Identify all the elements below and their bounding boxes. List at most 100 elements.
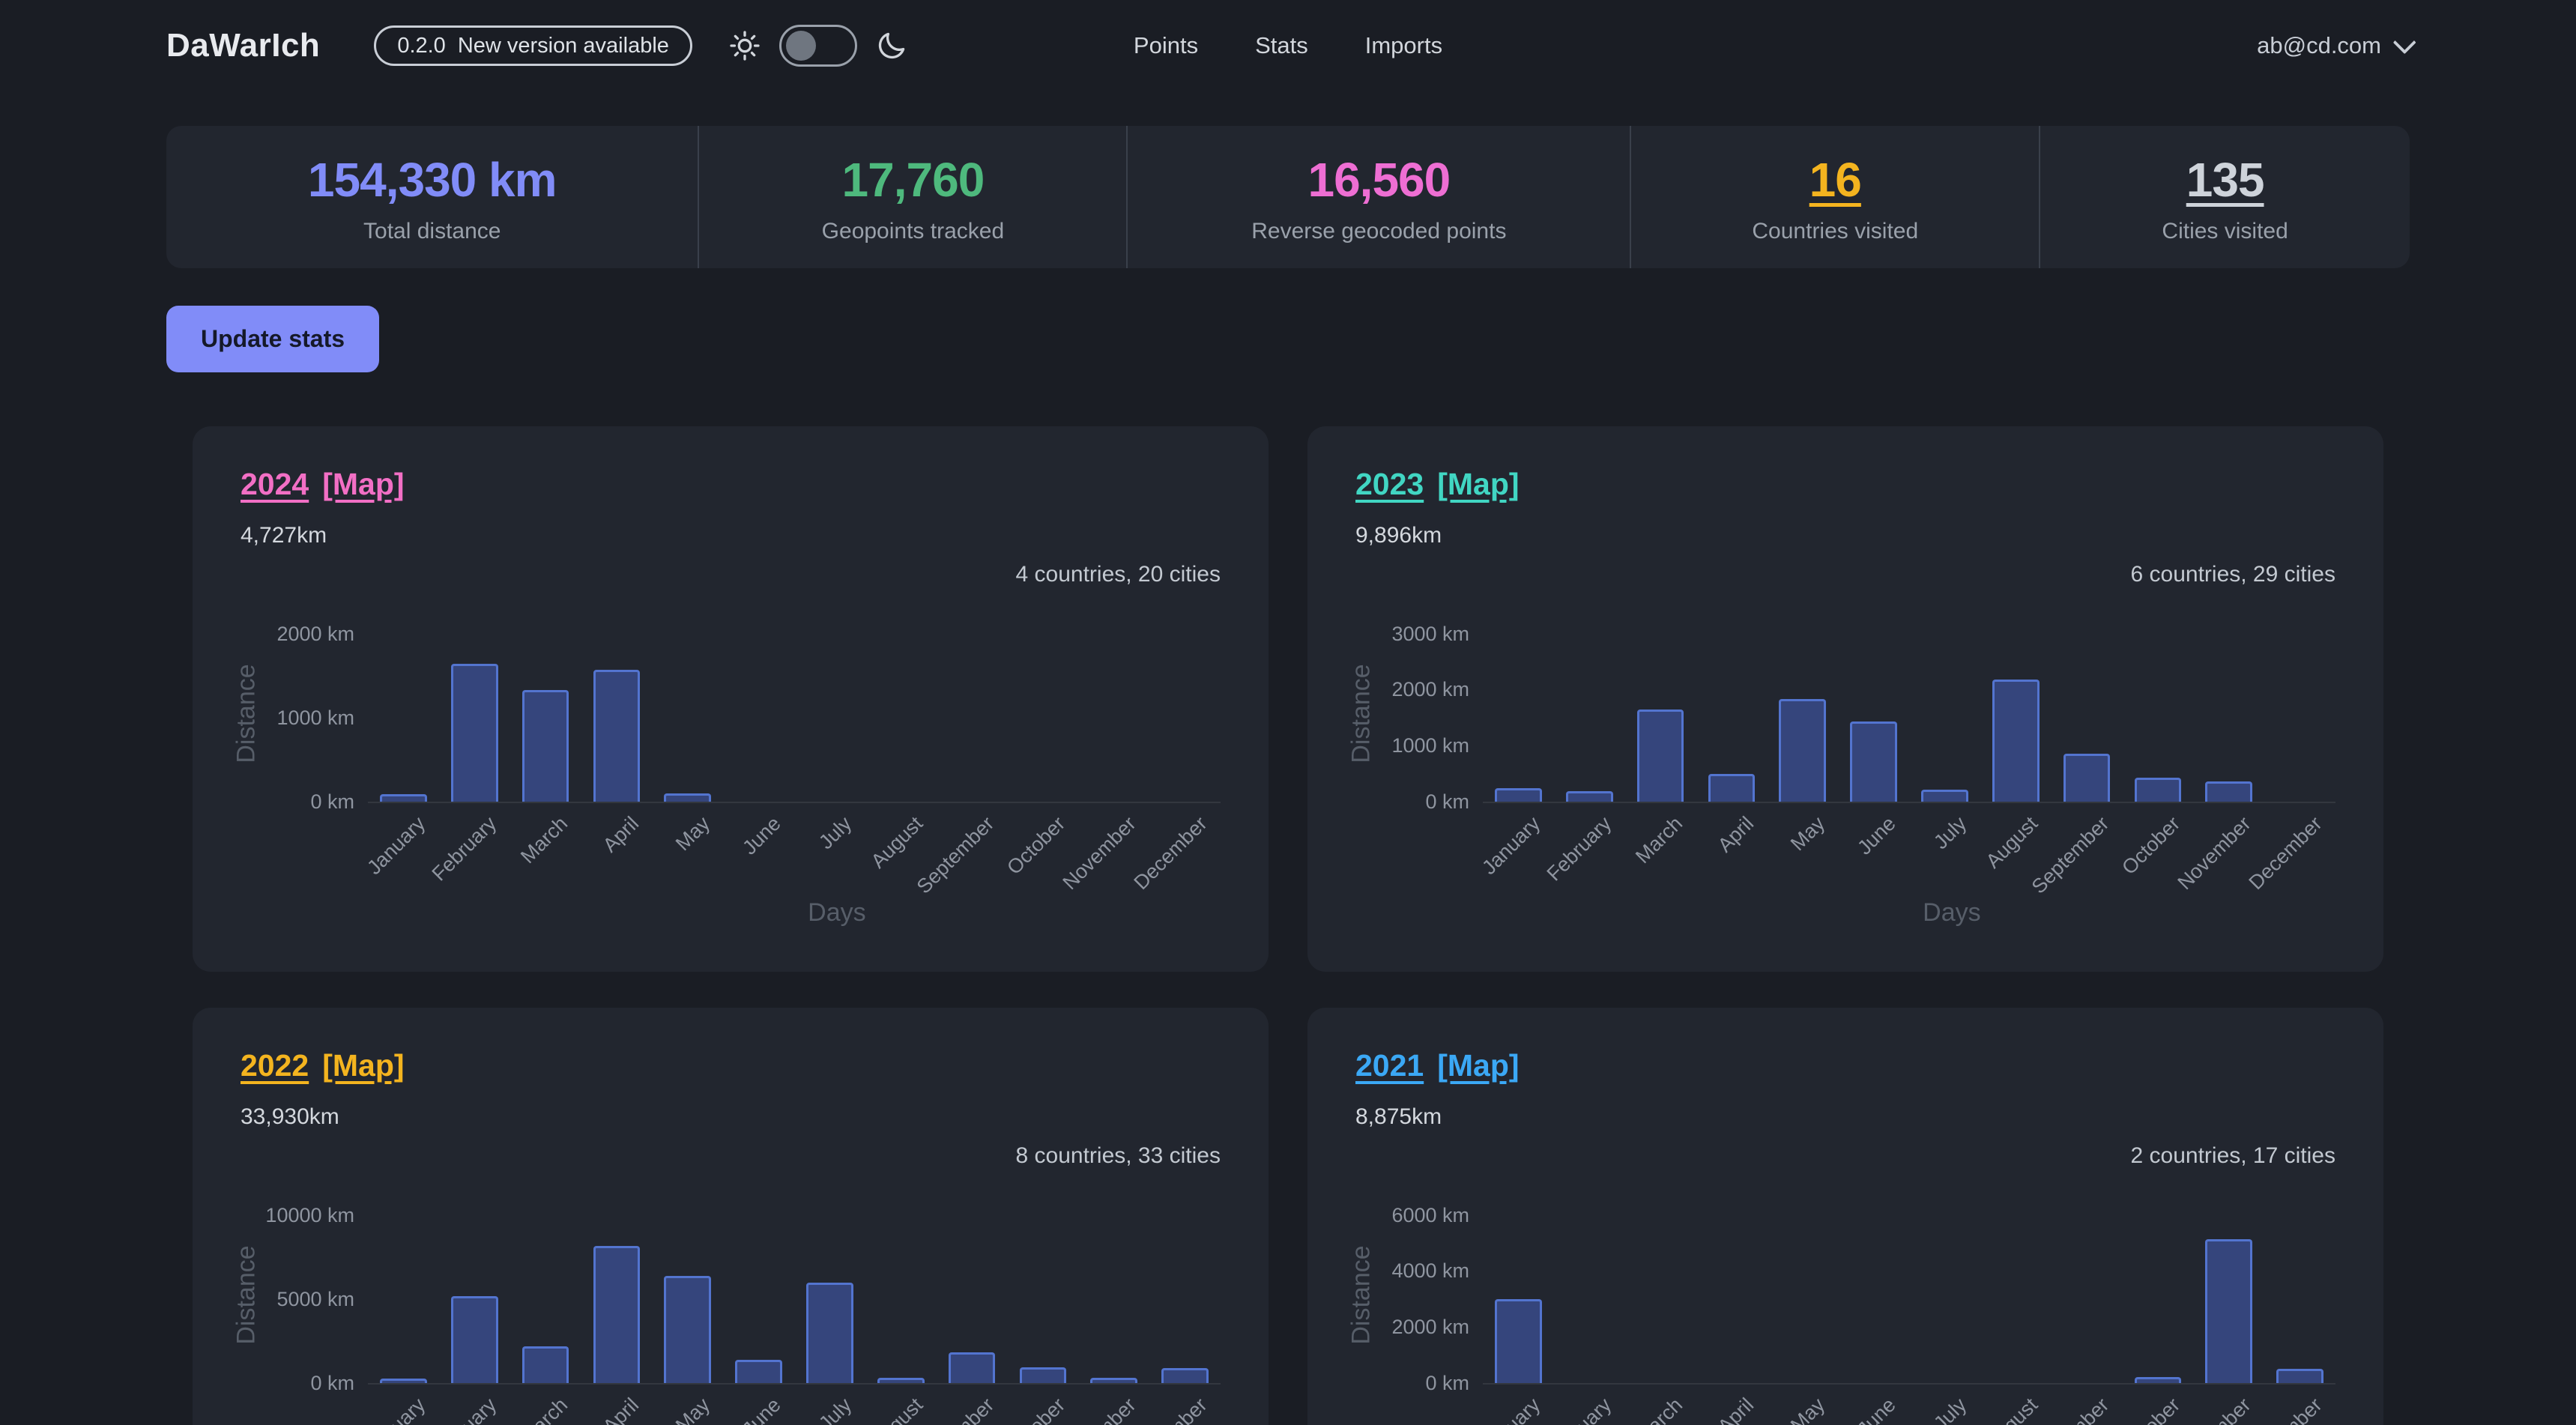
x-tick-label: December	[2245, 812, 2327, 895]
y-axis-title: Distance	[1347, 664, 1376, 763]
year-link[interactable]: 2024	[241, 467, 309, 501]
x-tick-label: April	[599, 1394, 644, 1425]
distance-bar-chart: Distance0 km1000 km2000 kmJanuaryFebruar…	[241, 625, 1221, 929]
x-tick-label: October	[1003, 812, 1070, 880]
distance-bar-chart: Distance0 km2000 km4000 km6000 kmJanuary…	[1355, 1206, 2335, 1425]
x-tick-label: August	[867, 1394, 928, 1425]
y-tick-label: 3000 km	[1391, 623, 1469, 644]
map-link[interactable]: [Map]	[1437, 467, 1519, 501]
version-badge[interactable]: 0.2.0 New version available	[374, 25, 692, 66]
version-message: New version available	[458, 34, 669, 58]
y-axis-title: Distance	[1347, 1245, 1376, 1344]
y-tick-label: 4000 km	[1391, 1260, 1469, 1281]
year-card-2024: 2024[Map] 4,727km 4 countries, 20 cities…	[193, 426, 1269, 972]
x-tick-label: March	[1631, 812, 1687, 868]
x-axis-title: Days	[808, 898, 865, 928]
year-card-2023: 2023[Map] 9,896km 6 countries, 29 cities…	[1307, 426, 2383, 972]
x-axis: JanuaryFebruaryMarchAprilMayJuneJulyAugu…	[1483, 1385, 2335, 1425]
bar-december	[1161, 1368, 1209, 1383]
stat-total-distance: 154,330 km Total distance	[166, 126, 698, 268]
plot-area	[368, 625, 1221, 803]
bar-january	[380, 1379, 427, 1383]
bar-november	[2205, 1239, 2252, 1383]
theme-toggle[interactable]	[779, 25, 857, 67]
y-axis-title: Distance	[232, 664, 261, 763]
bar-november	[2205, 781, 2252, 802]
bar-february	[1566, 791, 1613, 802]
user-email: ab@cd.com	[2257, 32, 2381, 59]
x-tick-label: February	[428, 1394, 501, 1425]
chart-area: Distance0 km1000 km2000 km	[241, 625, 1221, 803]
stat-countries-visited: 16 Countries visited	[1630, 126, 2039, 268]
x-tick-label: May	[1786, 812, 1830, 856]
x-tick-label: August	[1982, 812, 2043, 873]
x-tick-label: November	[1059, 1394, 1141, 1425]
bar-july	[806, 1283, 853, 1383]
x-tick-label: October	[2117, 812, 2185, 880]
version-number: 0.2.0	[397, 34, 446, 58]
plot-area	[1483, 625, 2335, 803]
year-distance: 8,875km	[1355, 1104, 2335, 1130]
x-tick-label: December	[1130, 812, 1212, 895]
map-link[interactable]: [Map]	[322, 1048, 404, 1083]
theme-switcher	[728, 25, 908, 67]
nav-imports[interactable]: Imports	[1365, 32, 1442, 59]
account-menu[interactable]: ab@cd.com	[2257, 32, 2410, 59]
x-tick-label: February	[1543, 1394, 1616, 1425]
stat-geopoints: 17,760 Geopoints tracked	[698, 126, 1126, 268]
bar-november	[1090, 1378, 1137, 1383]
x-axis: JanuaryFebruaryMarchAprilMayJuneJulyAugu…	[1483, 803, 2335, 929]
x-tick-label: February	[1543, 812, 1616, 886]
x-tick-label: January	[1478, 812, 1545, 880]
bar-april	[593, 1246, 641, 1383]
year-card-2022: 2022[Map] 33,930km 8 countries, 33 citie…	[193, 1008, 1269, 1425]
x-tick-label: January	[1478, 1394, 1545, 1425]
stats-strip: 154,330 km Total distance 17,760 Geopoin…	[166, 126, 2410, 268]
x-tick-label: November	[2174, 1394, 2256, 1425]
nav-stats[interactable]: Stats	[1255, 32, 1308, 59]
x-tick-label: September	[2028, 812, 2114, 898]
x-tick-label: December	[1130, 1394, 1212, 1425]
cities-visited-link[interactable]: 135	[2048, 153, 2402, 208]
y-tick-label: 1000 km	[1391, 735, 1469, 756]
x-tick-label: July	[1929, 1394, 1971, 1425]
theme-toggle-knob	[786, 31, 816, 61]
year-link[interactable]: 2021	[1355, 1048, 1424, 1083]
bar-february	[451, 664, 498, 802]
x-tick-label: February	[428, 812, 501, 886]
app-logo: DaWarIch	[166, 27, 320, 64]
map-link[interactable]: [Map]	[322, 467, 404, 501]
bar-march	[1637, 710, 1684, 802]
stat-value: 17,760	[707, 153, 1119, 208]
bar-october	[1020, 1367, 1067, 1383]
stat-label: Cities visited	[2048, 219, 2402, 244]
y-tick-label: 0 km	[310, 1373, 354, 1394]
x-tick-label: May	[671, 1394, 715, 1425]
main-nav: Points Stats Imports	[1134, 32, 1442, 59]
bar-may	[664, 1276, 711, 1383]
y-tick-label: 0 km	[1425, 1373, 1469, 1394]
x-tick-label: March	[516, 812, 572, 868]
x-tick-label: September	[913, 812, 999, 898]
chart-area: Distance0 km5000 km10000 km	[241, 1206, 1221, 1385]
plot-area	[1483, 1206, 2335, 1385]
map-link[interactable]: [Map]	[1437, 1048, 1519, 1083]
year-summary: 6 countries, 29 cities	[1355, 562, 2335, 587]
x-tick-label: March	[1631, 1394, 1687, 1425]
bar-july	[1921, 790, 1968, 802]
x-axis: JanuaryFebruaryMarchAprilMayJuneJulyAugu…	[368, 803, 1221, 929]
x-tick-label: December	[2245, 1394, 2327, 1425]
x-tick-label: April	[1714, 1394, 1759, 1425]
distance-bar-chart: Distance0 km5000 km10000 kmJanuaryFebrua…	[241, 1206, 1221, 1425]
x-tick-label: July	[814, 1394, 856, 1425]
year-link[interactable]: 2023	[1355, 467, 1424, 501]
x-tick-label: November	[2174, 812, 2256, 895]
year-link[interactable]: 2022	[241, 1048, 309, 1083]
bar-may	[664, 793, 711, 802]
y-tick-label: 2000 km	[276, 623, 354, 644]
x-axis-title: Days	[1923, 898, 1980, 928]
update-stats-button[interactable]: Update stats	[166, 306, 379, 372]
nav-points[interactable]: Points	[1134, 32, 1198, 59]
countries-visited-link[interactable]: 16	[1639, 153, 2031, 208]
stat-value: 154,330 km	[174, 153, 690, 208]
